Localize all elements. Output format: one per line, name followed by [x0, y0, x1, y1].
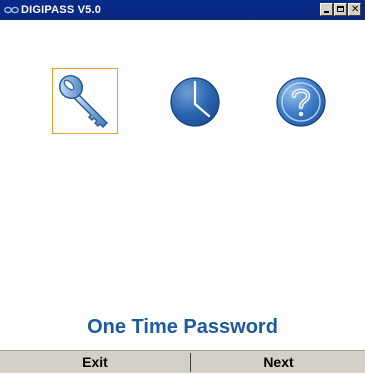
time-button[interactable]: [163, 68, 229, 134]
help-button[interactable]: [269, 68, 335, 134]
close-button[interactable]: ✕: [348, 3, 361, 16]
help-icon: [276, 77, 326, 127]
softkey-bar: Exit Next: [0, 350, 365, 373]
maximize-icon: [337, 6, 344, 12]
key-icon: [58, 74, 108, 128]
digipass-window: DIGIPASS V5.0 ✕ One Time Password Exit N…: [0, 0, 365, 373]
minimize-button[interactable]: [320, 3, 333, 16]
clock-icon: [170, 77, 220, 127]
minimize-icon: [324, 11, 329, 13]
title-bar[interactable]: DIGIPASS V5.0 ✕: [0, 0, 365, 20]
otp-key-button[interactable]: [52, 68, 118, 134]
mode-label: One Time Password: [87, 316, 278, 338]
close-icon: ✕: [351, 4, 360, 15]
maximize-button[interactable]: [334, 3, 347, 16]
softkey-divider: [190, 353, 191, 372]
window-title: DIGIPASS V5.0: [21, 4, 102, 16]
next-button[interactable]: Next: [192, 351, 365, 374]
exit-button[interactable]: Exit: [0, 351, 190, 374]
app-icon: [4, 6, 19, 14]
